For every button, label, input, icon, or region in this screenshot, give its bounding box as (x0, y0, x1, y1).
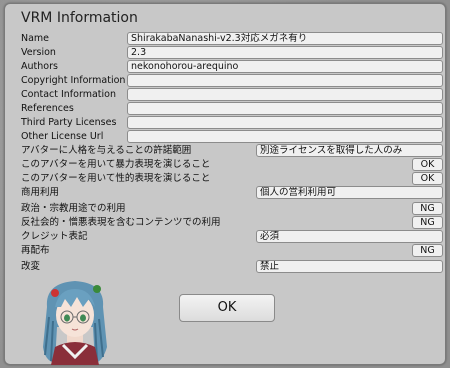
redistribution-row: 再配布 NG (21, 244, 443, 258)
references-field[interactable] (127, 102, 443, 115)
contact-field[interactable] (127, 88, 443, 101)
ok-button[interactable]: OK (179, 294, 275, 322)
credit-field[interactable]: 必須 (256, 230, 443, 243)
references-row: References (21, 102, 443, 116)
antisocial-field[interactable]: NG (412, 216, 443, 229)
references-label: References (21, 103, 74, 114)
copyright-row: Copyright Information (21, 74, 443, 88)
modification-field[interactable]: 禁止 (256, 260, 443, 273)
third-party-row: Third Party Licenses (21, 116, 443, 130)
credit-row: クレジット表記 必須 (21, 230, 443, 244)
redistribution-field[interactable]: NG (412, 244, 443, 257)
sexual-label: このアバターを用いて性的表現を演じること (21, 173, 211, 184)
authors-label: Authors (21, 61, 58, 72)
contact-row: Contact Information (21, 88, 443, 102)
sexual-row: このアバターを用いて性的表現を演じること OK (21, 172, 443, 186)
violent-label: このアバターを用いて暴力表現を演じること (21, 159, 211, 170)
version-row: Version 2.3 (21, 46, 443, 60)
commercial-field[interactable]: 個人の営利利用可 (256, 186, 443, 199)
allowed-user-field[interactable]: 別途ライセンスを取得した人のみ (256, 144, 443, 157)
political-field[interactable]: NG (412, 202, 443, 215)
sexual-field[interactable]: OK (412, 172, 443, 185)
name-label: Name (21, 33, 50, 44)
other-license-row: Other License Url (21, 130, 443, 144)
name-row: Name ShirakabaNanashi-v2.3対応メガネ有り (21, 32, 443, 46)
avatar-thumbnail (33, 277, 117, 365)
name-field[interactable]: ShirakabaNanashi-v2.3対応メガネ有り (127, 32, 443, 45)
political-label: 政治・宗教用途での利用 (21, 203, 126, 214)
antisocial-label: 反社会的・憎悪表現を含むコンテンツでの利用 (21, 217, 221, 228)
version-field[interactable]: 2.3 (127, 46, 443, 59)
credit-label: クレジット表記 (21, 231, 88, 242)
avatar-thumbnail-icon (43, 281, 107, 365)
violent-field[interactable]: OK (412, 158, 443, 171)
authors-row: Authors nekonohorou-arequino (21, 60, 443, 74)
authors-field[interactable]: nekonohorou-arequino (127, 60, 443, 73)
copyright-label: Copyright Information (21, 75, 126, 86)
antisocial-row: 反社会的・憎悪表現を含むコンテンツでの利用 NG (21, 216, 443, 230)
modification-row: 改変 禁止 (21, 260, 443, 274)
copyright-field[interactable] (127, 74, 443, 87)
modification-label: 改変 (21, 261, 41, 272)
violent-row: このアバターを用いて暴力表現を演じること OK (21, 158, 443, 172)
vrm-information-dialog: VRM Information Name ShirakabaNanashi-v2… (4, 3, 446, 365)
third-party-field[interactable] (127, 116, 443, 129)
commercial-label: 商用利用 (21, 187, 60, 198)
allowed-user-row: アバターに人格を与えることの許諾範囲 別途ライセンスを取得した人のみ (21, 144, 443, 158)
redistribution-label: 再配布 (21, 245, 50, 256)
allowed-user-label: アバターに人格を与えることの許諾範囲 (21, 145, 192, 156)
version-label: Version (21, 47, 56, 58)
other-license-label: Other License Url (21, 131, 104, 142)
third-party-label: Third Party Licenses (21, 117, 117, 128)
commercial-row: 商用利用 個人の営利利用可 (21, 186, 443, 200)
contact-label: Contact Information (21, 89, 116, 100)
other-license-field[interactable] (127, 130, 443, 143)
dialog-title: VRM Information (21, 10, 138, 26)
political-row: 政治・宗教用途での利用 NG (21, 202, 443, 216)
